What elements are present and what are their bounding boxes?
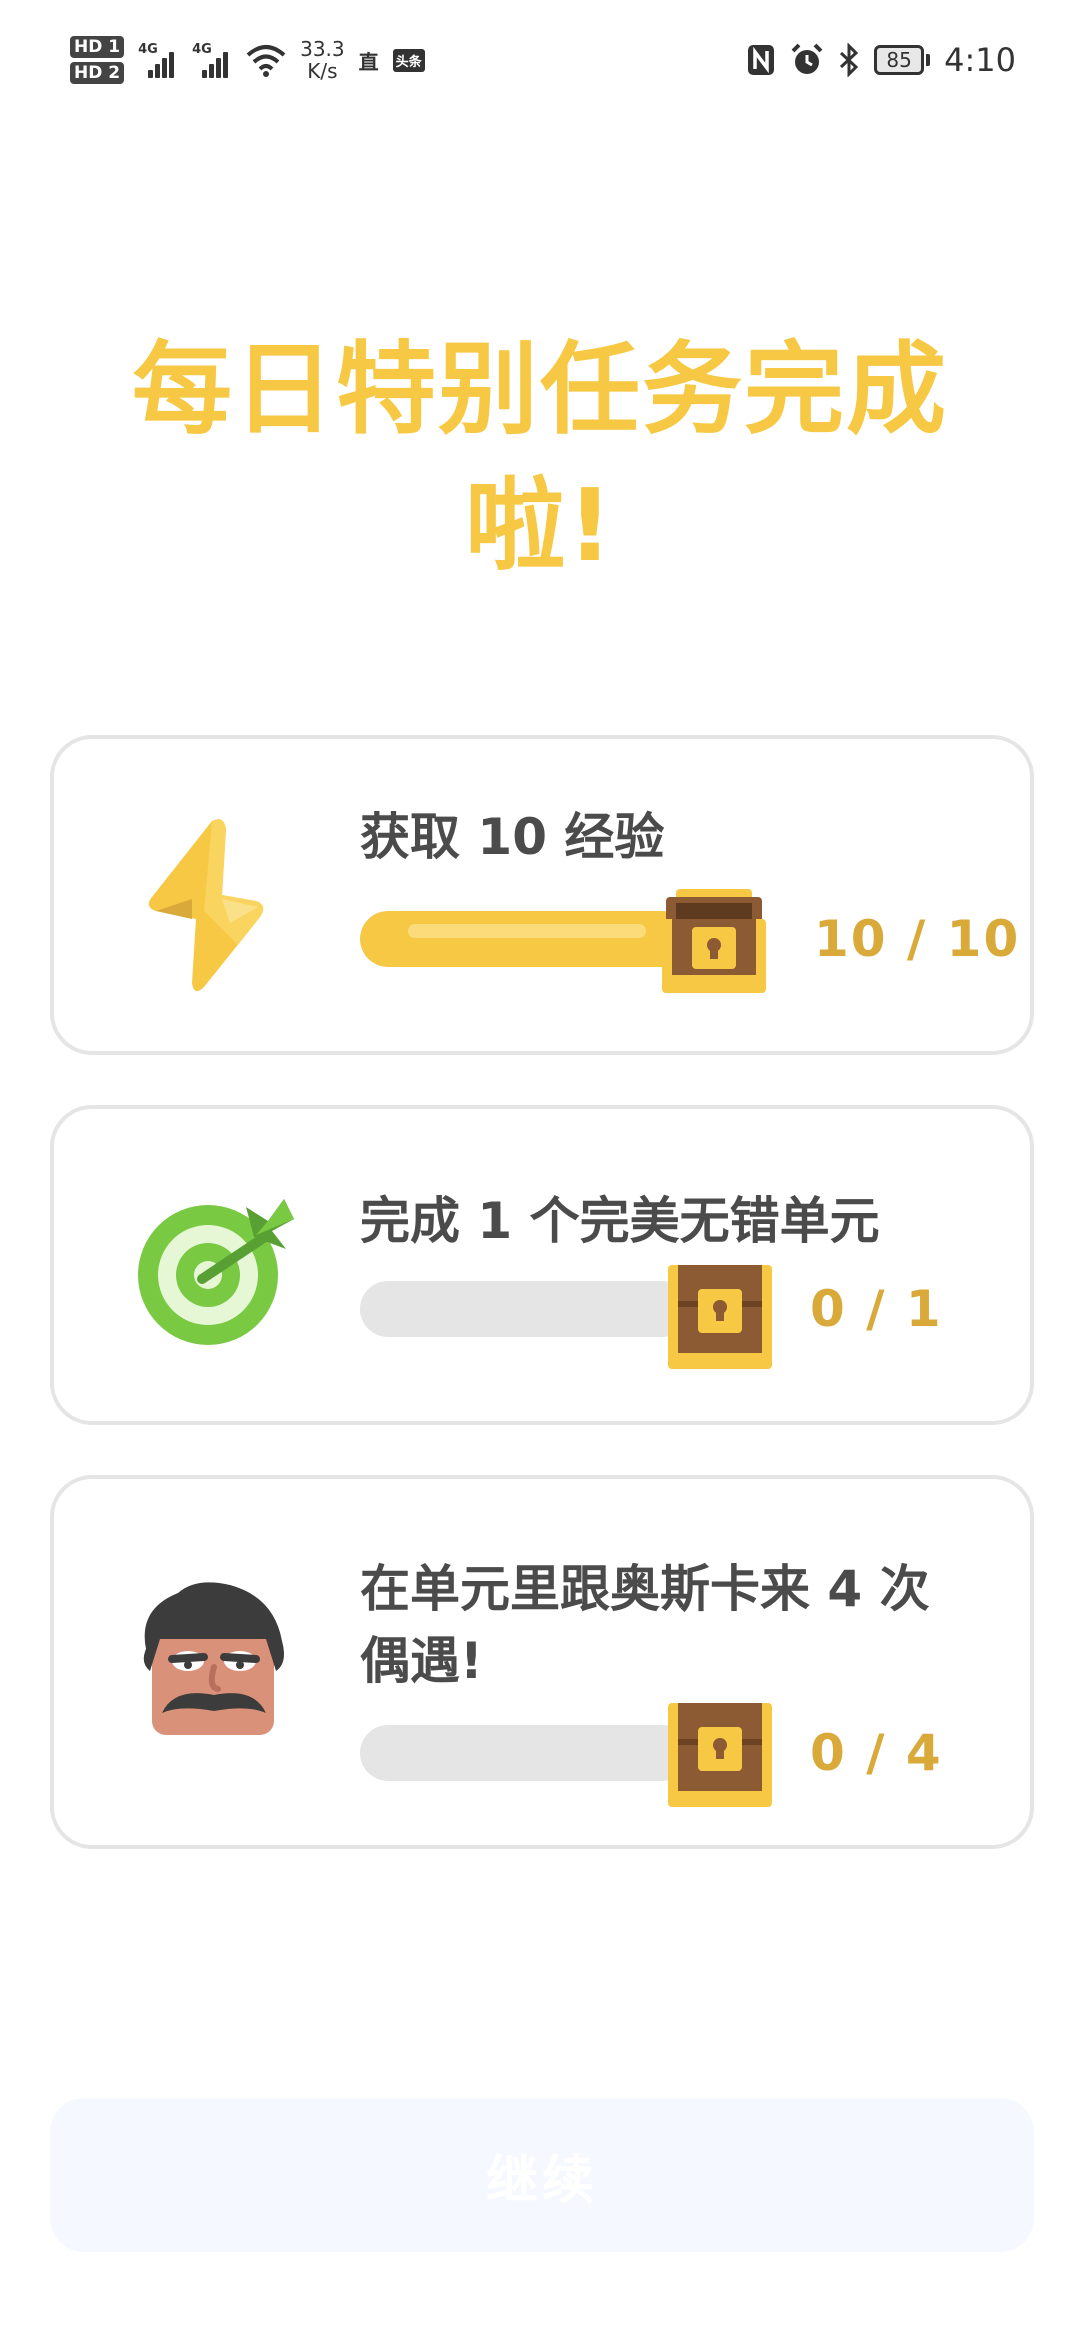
nfc-icon <box>748 45 775 75</box>
status-bar-right: 85 4:10 <box>746 34 1016 86</box>
chest-icon <box>668 1703 772 1807</box>
page-title: 每日特别任务完成啦! <box>132 331 948 584</box>
clock: 4:10 <box>944 41 1016 79</box>
battery-icon: 85 <box>874 45 931 75</box>
progress-count: 0 / 4 <box>810 1724 943 1782</box>
status-bar: HD 1 HD 2 4G 4G 33.3 K/s 直 头条 85 4:10 <box>0 0 1080 120</box>
chest-icon <box>668 1265 772 1369</box>
progress-bar <box>360 1281 690 1337</box>
quest-label: 完成 1 个完美无错单元 <box>360 1192 880 1250</box>
hd1-indicator: HD 1 <box>70 36 125 58</box>
progress-bar <box>360 911 690 967</box>
hd2-indicator: HD 2 <box>70 62 125 84</box>
network-speed: 33.3 K/s <box>300 38 345 82</box>
progress-bar <box>360 1725 690 1781</box>
toutiao-app-icon: 头条 <box>392 48 425 72</box>
lightning-icon <box>148 819 264 992</box>
hd-indicators: HD 1 HD 2 <box>70 36 125 84</box>
oscar-avatar-icon <box>143 1582 284 1735</box>
signal-icon: 4G <box>138 42 178 78</box>
net-speed-value: 33.3 <box>300 37 345 61</box>
progress-count: 10 / 10 <box>814 910 1021 968</box>
quest-card: 在单元里跟奥斯卡来 4 次偶遇! 0 / 4 <box>50 1475 1034 1849</box>
alarm-icon <box>791 43 823 74</box>
net-speed-unit: K/s <box>307 59 338 83</box>
target-icon <box>138 1199 294 1345</box>
progress-bar-shine <box>408 924 646 938</box>
open-chest-icon <box>662 889 766 993</box>
wifi-icon <box>246 45 286 77</box>
progress-count: 0 / 1 <box>810 1280 943 1338</box>
quest-label: 获取 10 经验 <box>360 808 665 866</box>
continue-button[interactable]: 继续 <box>50 2098 1034 2252</box>
quest-label: 在单元里跟奥斯卡来 4 次偶遇! <box>360 1560 930 1690</box>
quest-card: 获取 10 经验 10 / 10 <box>50 735 1034 1055</box>
progress-bar-fill <box>360 911 690 967</box>
status-bar-left: HD 1 HD 2 4G 4G 33.3 K/s 直 头条 <box>70 28 425 92</box>
battery-level: 85 <box>886 48 912 72</box>
quest-card: 完成 1 个完美无错单元 0 / 1 <box>50 1105 1034 1425</box>
live-badge: 直 <box>358 49 379 74</box>
signal-icon: 4G <box>192 42 232 78</box>
bluetooth-icon <box>840 43 859 77</box>
